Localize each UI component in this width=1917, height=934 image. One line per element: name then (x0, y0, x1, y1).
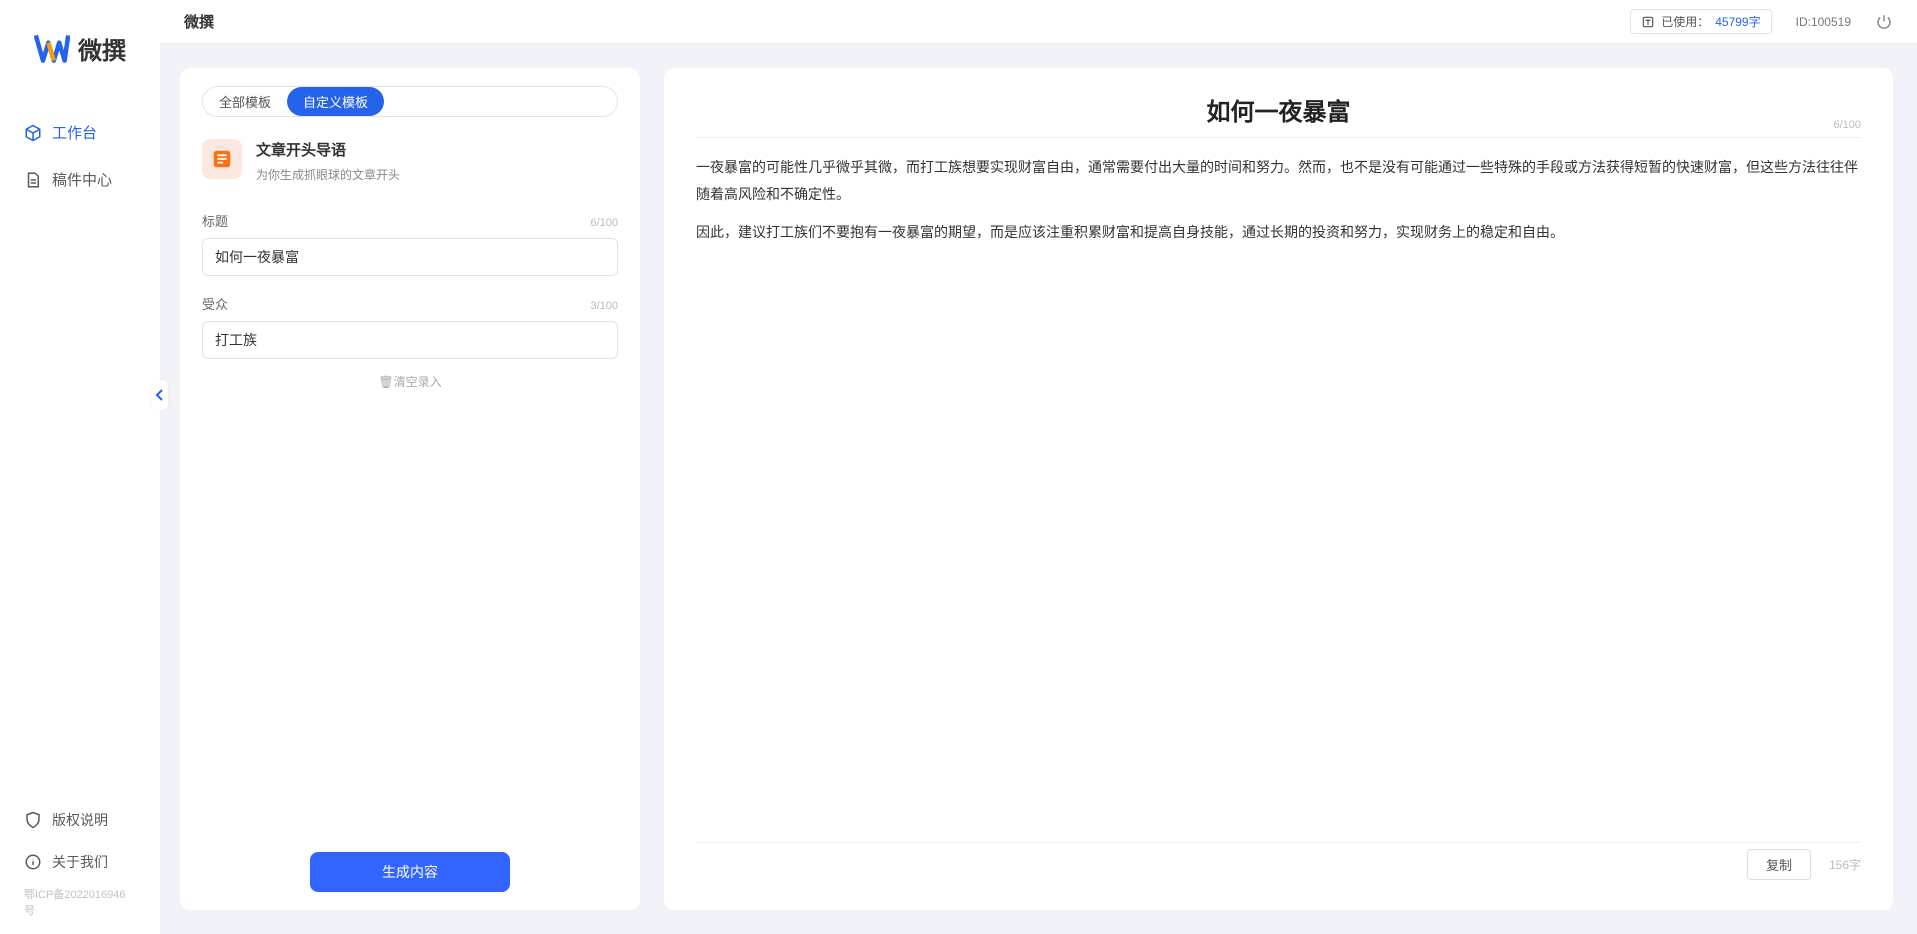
brand-logo: 微撰 (0, 30, 160, 66)
template-icon (202, 139, 242, 179)
sidebar-item-about[interactable]: 关于我们 (14, 844, 146, 880)
word-count: 156字 (1829, 856, 1861, 873)
header: 微撰 已使用： 45799字 ID:100519 (160, 0, 1917, 44)
title-input[interactable] (202, 238, 618, 276)
sidebar-bottom: 版权说明 关于我们 鄂ICP备2022016946号 (0, 802, 160, 934)
usage-value: 45799字 (1715, 13, 1760, 30)
sidebar-item-copyright[interactable]: 版权说明 (14, 802, 146, 838)
audience-field-label: 受众 (202, 294, 228, 313)
template-header: 文章开头导语 为你生成抓眼球的文章开头 (202, 139, 618, 183)
sidebar-item-label: 版权说明 (52, 810, 108, 830)
template-desc: 为你生成抓眼球的文章开头 (256, 166, 400, 183)
generate-button[interactable]: 生成内容 (310, 852, 510, 892)
cube-icon (24, 124, 42, 142)
copy-button[interactable]: 复制 (1747, 849, 1811, 880)
sidebar-item-label: 关于我们 (52, 852, 108, 872)
usage-label: 已使用： (1661, 13, 1709, 30)
input-panel: 全部模板 自定义模板 文章开头导语 为你生成抓眼球的文章开头 (180, 68, 640, 910)
sidebar-collapse-handle[interactable] (152, 380, 168, 410)
sidebar-item-label: 工作台 (52, 122, 97, 143)
sidebar-item-workspace[interactable]: 工作台 (14, 114, 146, 151)
sidebar-item-label: 稿件中心 (52, 169, 112, 190)
template-name: 文章开头导语 (256, 139, 400, 160)
text-icon (1641, 15, 1655, 29)
output-panel: 如何一夜暴富 6/100 一夜暴富的可能性几乎微乎其微，而打工族想要实现财富自由… (664, 68, 1893, 910)
icp-text: 鄂ICP备2022016946号 (14, 886, 146, 918)
output-paragraph: 因此，建议打工族们不要抱有一夜暴富的期望，而是应该注重积累财富和提高自身技能，通… (696, 219, 1861, 246)
usage-badge[interactable]: 已使用： 45799字 (1630, 9, 1771, 34)
brand-name: 微撰 (78, 31, 126, 66)
article-icon (211, 148, 233, 170)
user-id: ID:100519 (1796, 15, 1851, 29)
sidebar: 微撰 工作台 稿件中心 版权说明 (0, 0, 160, 934)
output-paragraph: 一夜暴富的可能性几乎微乎其微，而打工族想要实现财富自由，通常需要付出大量的时间和… (696, 154, 1861, 207)
info-icon (24, 853, 42, 871)
logo-mark-icon (34, 30, 70, 66)
audience-field-count: 3/100 (590, 300, 618, 312)
title-field-label: 标题 (202, 211, 228, 230)
sidebar-item-drafts[interactable]: 稿件中心 (14, 161, 146, 198)
power-icon[interactable] (1875, 13, 1893, 31)
template-tabs: 全部模板 自定义模板 (202, 86, 618, 117)
document-icon (24, 171, 42, 189)
clear-button[interactable]: 🗑清空录入 (202, 373, 618, 390)
sidebar-nav: 工作台 稿件中心 (0, 114, 160, 802)
chevron-left-icon (155, 389, 165, 401)
title-field-count: 6/100 (590, 217, 618, 229)
page-title: 微撰 (184, 11, 214, 32)
shield-icon (24, 811, 42, 829)
tab-all-templates[interactable]: 全部模板 (203, 87, 287, 116)
output-title-count: 6/100 (1833, 119, 1861, 131)
output-body: 一夜暴富的可能性几乎微乎其微，而打工族想要实现财富自由，通常需要付出大量的时间和… (696, 154, 1861, 830)
audience-input[interactable] (202, 321, 618, 359)
tab-custom-templates[interactable]: 自定义模板 (287, 87, 384, 116)
output-title: 如何一夜暴富 (696, 92, 1861, 127)
